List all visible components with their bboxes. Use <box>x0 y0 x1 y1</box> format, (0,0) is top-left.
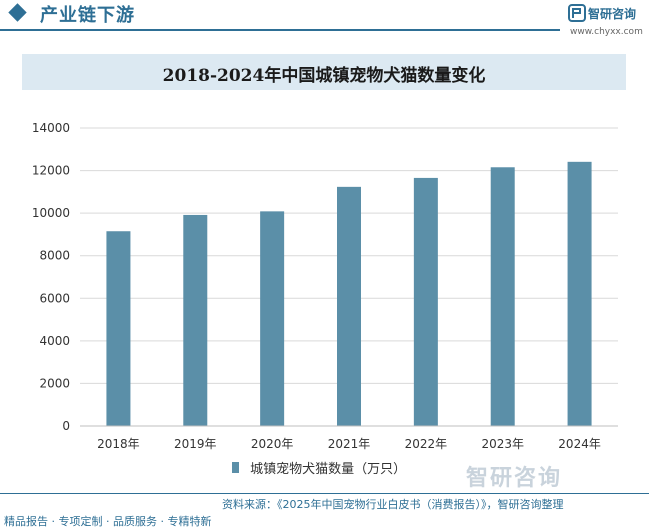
y-tick-label: 8000 <box>39 249 70 263</box>
bar <box>183 214 208 426</box>
brand-watermark-text: 智研咨询 <box>466 466 563 491</box>
bar <box>413 177 438 426</box>
legend-swatch <box>232 462 239 473</box>
source-note: 资料来源：《2025年中国宠物行业白皮书（消费报告）》，智研咨询整理 <box>222 498 564 511</box>
y-tick-label: 4000 <box>39 334 70 348</box>
bar <box>337 186 361 426</box>
y-tick-label: 10000 <box>32 206 70 220</box>
x-tick-label: 2018年 <box>97 437 140 451</box>
x-tick-label: 2024年 <box>558 437 601 451</box>
y-tick-label: 2000 <box>39 376 70 390</box>
bar <box>490 167 515 426</box>
x-tick-label: 2022年 <box>405 437 448 451</box>
x-tick-label: 2023年 <box>481 437 524 451</box>
y-tick-label: 6000 <box>39 291 70 305</box>
x-tick-label: 2019年 <box>174 437 217 451</box>
bar <box>567 161 592 426</box>
x-tick-label: 2021年 <box>328 437 371 451</box>
y-tick-label: 0 <box>62 419 70 433</box>
y-tick-label: 14000 <box>32 121 70 135</box>
brand-watermark: 智研咨询 <box>466 460 562 492</box>
bar <box>106 231 131 426</box>
x-tick-label: 2020年 <box>251 437 294 451</box>
y-tick-label: 12000 <box>32 164 70 178</box>
legend-label: 城镇宠物犬猫数量（万只） <box>250 462 407 477</box>
bar <box>260 211 285 426</box>
chart-legend: 城镇宠物犬猫数量（万只） <box>232 457 407 477</box>
tagline: 精品报告 · 专项定制 · 品质服务 · 专精特新 <box>4 515 212 528</box>
footer-divider <box>0 493 649 494</box>
bar-chart: 0 2000 4000 6000 8000 10000 12000 14000 2018年 201… <box>32 121 618 451</box>
